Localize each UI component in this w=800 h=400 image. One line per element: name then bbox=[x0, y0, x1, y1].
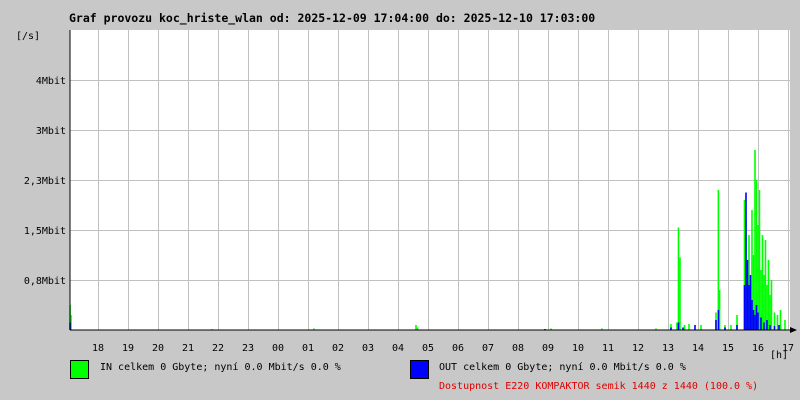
traffic-chart: 0,8Mbit 1,5Mbit 2,3Mbit 3Mbit 4Mbit 18 19 20 21… bbox=[24, 30, 797, 354]
legend-out-text: OUT celkem 0 Gbyte; nyní 0.0 Mbit/s 0.0 … bbox=[439, 362, 686, 373]
y-tick-label-1: 1,5Mbit bbox=[24, 226, 66, 237]
x-axis-arrow bbox=[790, 327, 797, 333]
x-tick-label-22: 16 bbox=[752, 343, 764, 354]
x-tick-label-21: 15 bbox=[722, 343, 734, 354]
x-tick-label-2: 20 bbox=[152, 343, 164, 354]
x-tick-label-20: 14 bbox=[692, 343, 704, 354]
x-tick-label-1: 19 bbox=[122, 343, 134, 354]
x-tick-label-3: 21 bbox=[182, 343, 194, 354]
x-tick-label-4: 22 bbox=[212, 343, 224, 354]
x-tick-label-16: 10 bbox=[572, 343, 584, 354]
x-tick-label-14: 08 bbox=[512, 343, 524, 354]
y-tick-label-3: 3Mbit bbox=[36, 126, 66, 137]
x-tick-label-7: 01 bbox=[302, 343, 314, 354]
availability-text: Dostupnost E220 KOMPAKTOR semik 1440 z 1… bbox=[439, 381, 759, 392]
y-tick-label-4: 4Mbit bbox=[36, 76, 66, 87]
y-tick-label-2: 2,3Mbit bbox=[24, 176, 66, 187]
x-tick-label-13: 07 bbox=[482, 343, 494, 354]
x-tick-label-5: 23 bbox=[242, 343, 254, 354]
legend-out-swatch bbox=[410, 360, 429, 379]
x-tick-label-8: 02 bbox=[332, 343, 344, 354]
x-tick-label-11: 05 bbox=[422, 343, 434, 354]
y-tick-label-0: 0,8Mbit bbox=[24, 276, 66, 287]
x-tick-label-18: 12 bbox=[632, 343, 644, 354]
y-tick-labels: 0,8Mbit 1,5Mbit 2,3Mbit 3Mbit 4Mbit bbox=[24, 76, 66, 287]
legend-in-swatch bbox=[70, 360, 89, 379]
legend-in-text: IN celkem 0 Gbyte; nyní 0.0 Mbit/s 0.0 % bbox=[100, 362, 341, 373]
x-tick-label-12: 06 bbox=[452, 343, 464, 354]
x-tick-labels: 18 19 20 21 22 23 00 01 02 03 04 05 06 07 08 09 10 11 12 13… bbox=[92, 343, 794, 354]
x-tick-label-0: 18 bbox=[92, 343, 104, 354]
x-tick-label-19: 13 bbox=[662, 343, 674, 354]
x-tick-label-10: 04 bbox=[392, 343, 404, 354]
x-tick-label-9: 03 bbox=[362, 343, 374, 354]
x-tick-label-15: 09 bbox=[542, 343, 554, 354]
x-tick-label-6: 00 bbox=[272, 343, 284, 354]
x-tick-label-17: 11 bbox=[602, 343, 614, 354]
x-tick-label-23: 17 bbox=[782, 343, 794, 354]
